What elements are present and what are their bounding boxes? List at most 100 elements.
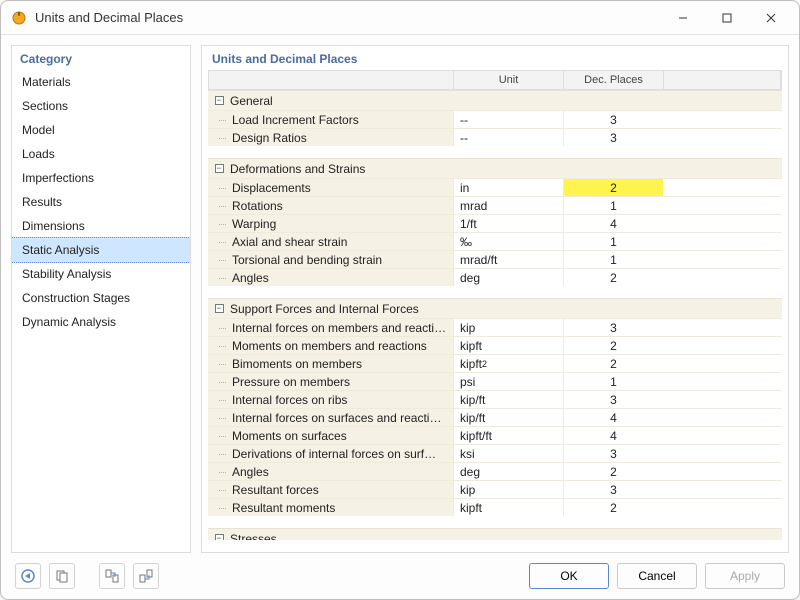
unit-cell[interactable]: kip	[453, 481, 563, 498]
category-item[interactable]: Materials	[12, 70, 190, 94]
group-label: General	[230, 94, 273, 108]
unit-cell[interactable]: kipft	[453, 499, 563, 516]
row-label: Bimoments on members	[230, 357, 453, 371]
collapse-icon[interactable]: −	[208, 164, 230, 173]
unit-cell[interactable]: kipft2	[453, 355, 563, 372]
unit-cell[interactable]: mrad/ft	[453, 251, 563, 268]
unit-cell[interactable]: kip/ft	[453, 391, 563, 408]
unit-cell[interactable]: kipft/ft	[453, 427, 563, 444]
table-row[interactable]: Rotationsmrad1	[208, 196, 782, 214]
dec-places-cell[interactable]: 4	[563, 427, 663, 444]
category-item[interactable]: Model	[12, 118, 190, 142]
dec-places-cell[interactable]: 2	[563, 337, 663, 354]
row-label: Angles	[230, 465, 453, 479]
table-row[interactable]: Bimoments on memberskipft22	[208, 354, 782, 372]
category-item[interactable]: Dynamic Analysis	[12, 310, 190, 334]
export-icon-button[interactable]	[133, 563, 159, 589]
unit-cell[interactable]: ‰	[453, 233, 563, 250]
import-icon-button[interactable]	[99, 563, 125, 589]
unit-cell[interactable]: --	[453, 111, 563, 128]
table-row[interactable]: Resultant momentskipft2	[208, 498, 782, 516]
group-row[interactable]: −Stresses	[208, 528, 782, 540]
dec-places-cell[interactable]: 4	[563, 409, 663, 426]
table-row[interactable]: Anglesdeg2	[208, 462, 782, 480]
column-header-dec[interactable]: Dec. Places	[564, 71, 664, 89]
table-rows[interactable]: −GeneralLoad Increment Factors--3Design …	[208, 90, 782, 540]
table-row[interactable]: Moments on members and reactionskipft2	[208, 336, 782, 354]
unit-cell[interactable]: ksi	[453, 445, 563, 462]
unit-cell[interactable]: in	[453, 179, 563, 196]
dec-places-cell[interactable]: 3	[563, 481, 663, 498]
group-row[interactable]: −General	[208, 90, 782, 110]
dec-places-cell[interactable]: 1	[563, 373, 663, 390]
collapse-icon[interactable]: −	[208, 534, 230, 540]
table-row[interactable]: Internal forces on ribskip/ft3	[208, 390, 782, 408]
table-row[interactable]: Internal forces on members and reacti…ki…	[208, 318, 782, 336]
group-row[interactable]: −Support Forces and Internal Forces	[208, 298, 782, 318]
default-icon-button[interactable]	[15, 563, 41, 589]
table-row[interactable]: Moments on surfaceskipft/ft4	[208, 426, 782, 444]
dec-places-cell[interactable]: 2	[563, 499, 663, 516]
table-row[interactable]: Design Ratios--3	[208, 128, 782, 146]
group-row[interactable]: −Deformations and Strains	[208, 158, 782, 178]
unit-cell[interactable]: --	[453, 129, 563, 146]
dec-places-cell[interactable]: 3	[563, 319, 663, 336]
apply-button[interactable]: Apply	[705, 563, 785, 589]
close-button[interactable]	[749, 3, 793, 33]
collapse-icon[interactable]: −	[208, 96, 230, 105]
dec-places-cell[interactable]: 3	[563, 111, 663, 128]
row-label: Resultant moments	[230, 501, 453, 515]
unit-cell[interactable]: 1/ft	[453, 215, 563, 232]
unit-cell[interactable]: psi	[453, 373, 563, 390]
table-row[interactable]: Resultant forceskip3	[208, 480, 782, 498]
table-row[interactable]: Axial and shear strain‰1	[208, 232, 782, 250]
maximize-button[interactable]	[705, 3, 749, 33]
category-item[interactable]: Static Analysis	[12, 237, 190, 263]
ok-button[interactable]: OK	[529, 563, 609, 589]
cancel-button[interactable]: Cancel	[617, 563, 697, 589]
dec-places-cell[interactable]: 2	[563, 463, 663, 480]
group-label: Deformations and Strains	[230, 162, 365, 176]
dec-places-cell[interactable]: 1	[563, 251, 663, 268]
category-item[interactable]: Loads	[12, 142, 190, 166]
category-item[interactable]: Imperfections	[12, 166, 190, 190]
minimize-button[interactable]	[661, 3, 705, 33]
row-label: Axial and shear strain	[230, 235, 453, 249]
unit-cell[interactable]: deg	[453, 269, 563, 286]
category-list[interactable]: MaterialsSectionsModelLoadsImperfections…	[12, 70, 190, 552]
dec-places-cell[interactable]: 1	[563, 233, 663, 250]
dec-places-cell[interactable]: 2	[563, 179, 663, 196]
row-label: Displacements	[230, 181, 453, 195]
category-item[interactable]: Results	[12, 190, 190, 214]
unit-cell[interactable]: kip	[453, 319, 563, 336]
unit-cell[interactable]: deg	[453, 463, 563, 480]
category-item[interactable]: Dimensions	[12, 214, 190, 238]
category-item[interactable]: Stability Analysis	[12, 262, 190, 286]
dec-places-cell[interactable]: 4	[563, 215, 663, 232]
category-header: Category	[12, 46, 190, 70]
group-label: Stresses	[230, 532, 277, 541]
table-row[interactable]: Anglesdeg2	[208, 268, 782, 286]
dec-places-cell[interactable]: 2	[563, 355, 663, 372]
dec-places-cell[interactable]: 2	[563, 269, 663, 286]
dec-places-cell[interactable]: 1	[563, 197, 663, 214]
column-header-unit[interactable]: Unit	[454, 71, 564, 89]
table-row[interactable]: Internal forces on surfaces and reacti…k…	[208, 408, 782, 426]
dec-places-cell[interactable]: 3	[563, 445, 663, 462]
copy-icon-button[interactable]	[49, 563, 75, 589]
table-row[interactable]: Derivations of internal forces on surf…k…	[208, 444, 782, 462]
table-row[interactable]: Pressure on memberspsi1	[208, 372, 782, 390]
table-row[interactable]: Displacementsin2	[208, 178, 782, 196]
unit-cell[interactable]: kip/ft	[453, 409, 563, 426]
dec-places-cell[interactable]: 3	[563, 391, 663, 408]
table-row[interactable]: Warping1/ft4	[208, 214, 782, 232]
collapse-icon[interactable]: −	[208, 304, 230, 313]
unit-cell[interactable]: mrad	[453, 197, 563, 214]
unit-cell[interactable]: kipft	[453, 337, 563, 354]
category-item[interactable]: Construction Stages	[12, 286, 190, 310]
dec-places-cell[interactable]: 3	[563, 129, 663, 146]
category-item[interactable]: Sections	[12, 94, 190, 118]
table-row[interactable]: Torsional and bending strainmrad/ft1	[208, 250, 782, 268]
column-header-label[interactable]	[209, 71, 454, 89]
table-row[interactable]: Load Increment Factors--3	[208, 110, 782, 128]
